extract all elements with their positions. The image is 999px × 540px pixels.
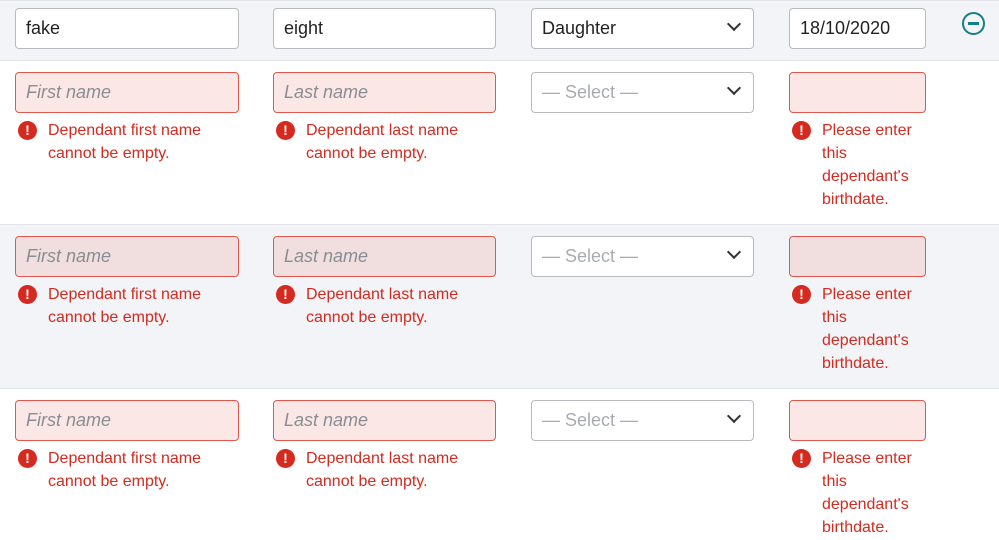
relationship-placeholder: — Select — xyxy=(542,410,639,430)
relationship-placeholder: — Select — xyxy=(542,82,639,102)
error-message: ! Please enter this dependant's birthdate… xyxy=(789,447,929,539)
error-text: Please enter this dependant's birthdate. xyxy=(822,450,912,536)
error-text: Dependant last name cannot be empty. xyxy=(306,286,459,326)
error-icon: ! xyxy=(792,285,811,304)
error-message: ! Dependant first name cannot be empty. xyxy=(15,119,225,165)
birthdate-input[interactable] xyxy=(789,72,926,113)
first-name-input[interactable]: fake xyxy=(15,8,239,49)
error-message: ! Please enter this dependant's birthdate… xyxy=(789,283,929,375)
error-text: Dependant first name cannot be empty. xyxy=(48,122,201,162)
birthdate-input[interactable] xyxy=(789,236,926,277)
relationship-value: Daughter xyxy=(542,18,617,38)
birthdate-input[interactable] xyxy=(789,400,926,441)
error-icon: ! xyxy=(276,285,295,304)
error-text: Please enter this dependant's birthdate. xyxy=(822,286,912,372)
relationship-select[interactable]: — Select — xyxy=(531,400,754,441)
last-name-input[interactable]: Last name xyxy=(273,400,496,441)
error-text: Dependant last name cannot be empty. xyxy=(306,122,459,162)
error-message: ! Dependant first name cannot be empty. xyxy=(15,283,225,329)
chevron-down-icon xyxy=(726,80,742,96)
dependant-row: First name Last name — Select — ! Dependa… xyxy=(0,224,999,388)
error-icon: ! xyxy=(18,285,37,304)
relationship-select[interactable]: — Select — xyxy=(531,72,754,113)
last-name-input[interactable]: Last name xyxy=(273,236,496,277)
relationship-select[interactable]: — Select — xyxy=(531,236,754,277)
error-message: ! Dependant last name cannot be empty. xyxy=(273,283,483,329)
error-message: ! Dependant last name cannot be empty. xyxy=(273,119,483,165)
dependant-row: fake eight Daughter 18/10/2020 xyxy=(0,0,999,60)
error-icon: ! xyxy=(276,121,295,140)
error-icon: ! xyxy=(792,449,811,468)
chevron-down-icon xyxy=(726,244,742,260)
error-text: Dependant first name cannot be empty. xyxy=(48,450,201,490)
error-message: ! Dependant first name cannot be empty. xyxy=(15,447,225,493)
dependant-row: First name Last name — Select — ! Dependa… xyxy=(0,60,999,224)
relationship-select[interactable]: Daughter xyxy=(531,8,754,49)
error-message: ! Dependant last name cannot be empty. xyxy=(273,447,483,493)
chevron-down-icon xyxy=(726,16,742,32)
error-text: Dependant last name cannot be empty. xyxy=(306,450,459,490)
error-icon: ! xyxy=(18,449,37,468)
last-name-input[interactable]: eight xyxy=(273,8,496,49)
first-name-input[interactable]: First name xyxy=(15,236,239,277)
first-name-input[interactable]: First name xyxy=(15,400,239,441)
birthdate-input[interactable]: 18/10/2020 xyxy=(789,8,926,49)
error-text: Please enter this dependant's birthdate. xyxy=(822,122,912,208)
error-text: Dependant first name cannot be empty. xyxy=(48,286,201,326)
relationship-placeholder: — Select — xyxy=(542,246,639,266)
chevron-down-icon xyxy=(726,408,742,424)
first-name-input[interactable]: First name xyxy=(15,72,239,113)
remove-dependant-icon[interactable] xyxy=(962,12,985,35)
dependant-row: First name Last name — Select — ! Dependa… xyxy=(0,388,999,540)
error-message: ! Please enter this dependant's birthdate… xyxy=(789,119,929,211)
error-icon: ! xyxy=(792,121,811,140)
last-name-input[interactable]: Last name xyxy=(273,72,496,113)
error-icon: ! xyxy=(18,121,37,140)
error-icon: ! xyxy=(276,449,295,468)
